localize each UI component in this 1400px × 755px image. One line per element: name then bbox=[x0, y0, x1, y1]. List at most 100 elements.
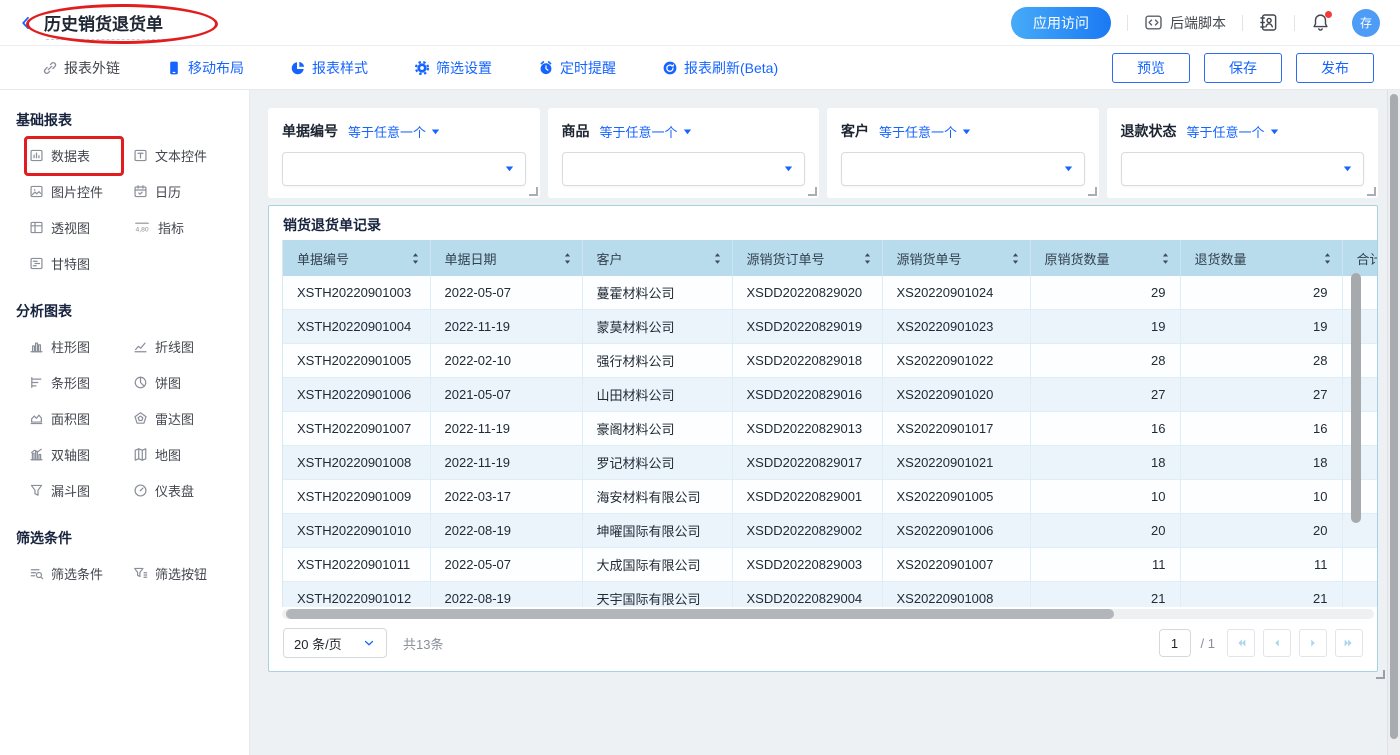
funnel-chart-icon bbox=[29, 483, 44, 498]
column-label: 原销货数量 bbox=[1045, 249, 1110, 268]
ribbon-item-report-refresh[interactable]: 报表刷新(Beta) bbox=[662, 58, 778, 78]
resize-handle[interactable] bbox=[529, 187, 538, 196]
sidebar-item-funnel-chart[interactable]: 漏斗图 bbox=[29, 481, 133, 500]
section-title: 筛选条件 bbox=[16, 528, 233, 548]
filter-widget-4[interactable]: 退款状态等于任意一个 bbox=[1107, 108, 1379, 198]
sidebar-item-filter-button[interactable]: 筛选按钮 bbox=[133, 564, 233, 583]
column-header-6[interactable]: 原销货数量 bbox=[1030, 240, 1180, 276]
table-cell: XSTH20220901010 bbox=[283, 514, 430, 548]
area-chart-icon bbox=[29, 411, 44, 426]
page-scrollbar[interactable] bbox=[1387, 90, 1400, 755]
topbar-left: 历史销货退货单 bbox=[0, 0, 163, 45]
sidebar-item-radar-chart[interactable]: 雷达图 bbox=[133, 409, 233, 428]
backend-script-button[interactable]: 后端脚本 bbox=[1144, 13, 1226, 33]
column-header-1[interactable]: 单据编号 bbox=[283, 240, 430, 276]
scrollbar-thumb[interactable] bbox=[1390, 94, 1398, 739]
sidebar-item-pie-chart[interactable]: 饼图 bbox=[133, 373, 233, 392]
table-cell: XSDD20220829002 bbox=[732, 514, 882, 548]
table-cell: 19 bbox=[1180, 310, 1342, 344]
table-row: XSTH202209010102022-08-19坤曜国际有限公司XSDD202… bbox=[283, 514, 1377, 548]
resize-handle[interactable] bbox=[1376, 670, 1385, 679]
page-size-select[interactable]: 20 条/页 bbox=[283, 628, 387, 658]
sidebar-item-image-widget[interactable]: 图片控件 bbox=[29, 182, 133, 201]
ribbon-item-filter-settings[interactable]: 筛选设置 bbox=[414, 58, 492, 78]
table-cell: 16 bbox=[1180, 412, 1342, 446]
ribbon-item-label: 定时提醒 bbox=[560, 58, 616, 78]
table-cell: 10 bbox=[1030, 480, 1180, 514]
filter-select[interactable] bbox=[841, 152, 1085, 186]
sort-icon[interactable] bbox=[411, 252, 420, 265]
sort-icon[interactable] bbox=[1161, 252, 1170, 265]
table-vertical-scrollbar[interactable] bbox=[1351, 273, 1361, 523]
filter-widget-1[interactable]: 单据编号等于任意一个 bbox=[268, 108, 540, 198]
column-header-3[interactable]: 客户 bbox=[582, 240, 732, 276]
sidebar-item-gantt[interactable]: 甘特图 bbox=[29, 254, 133, 273]
resize-handle[interactable] bbox=[1088, 187, 1097, 196]
column-header-5[interactable]: 源销货单号 bbox=[882, 240, 1030, 276]
avatar[interactable]: 存 bbox=[1352, 9, 1380, 37]
column-label: 源销货订单号 bbox=[747, 249, 825, 268]
resize-handle[interactable] bbox=[808, 187, 817, 196]
ribbon-item-mobile-layout[interactable]: 移动布局 bbox=[166, 58, 244, 78]
sort-icon[interactable] bbox=[713, 252, 722, 265]
next-page-button[interactable] bbox=[1299, 629, 1327, 657]
sidebar-item-map[interactable]: 地图 bbox=[133, 445, 233, 464]
filter-operator[interactable]: 等于任意一个 bbox=[1187, 122, 1280, 141]
filter-select[interactable] bbox=[1121, 152, 1365, 186]
last-page-button[interactable] bbox=[1335, 629, 1363, 657]
notification-dot bbox=[1325, 11, 1332, 18]
prev-page-button[interactable] bbox=[1263, 629, 1291, 657]
column-header-4[interactable]: 源销货订单号 bbox=[732, 240, 882, 276]
sidebar-item-bar-chart[interactable]: 条形图 bbox=[29, 373, 133, 392]
sidebar-item-gauge[interactable]: 仪表盘 bbox=[133, 481, 233, 500]
filter-operator[interactable]: 等于任意一个 bbox=[600, 122, 693, 141]
column-header-8[interactable]: 合计金额 bbox=[1342, 240, 1377, 276]
sidebar-item-pivot[interactable]: 透视图 bbox=[29, 218, 133, 237]
divider bbox=[1127, 15, 1128, 31]
scrollbar-thumb[interactable] bbox=[286, 609, 1114, 619]
address-book-icon bbox=[1259, 13, 1278, 32]
sidebar-item-metric[interactable]: 4,80指标 bbox=[133, 218, 233, 237]
sidebar-item-data-table[interactable]: 数据表 bbox=[29, 146, 133, 165]
notification-bell[interactable] bbox=[1311, 13, 1330, 32]
table-horizontal-scrollbar[interactable] bbox=[282, 609, 1374, 619]
sort-icon[interactable] bbox=[1011, 252, 1020, 265]
sort-icon[interactable] bbox=[863, 252, 872, 265]
sort-icon[interactable] bbox=[1323, 252, 1332, 265]
column-label: 单据日期 bbox=[445, 249, 497, 268]
app-access-button[interactable]: 应用访问 bbox=[1011, 7, 1111, 39]
filter-operator[interactable]: 等于任意一个 bbox=[348, 122, 441, 141]
column-header-2[interactable]: 单据日期 bbox=[430, 240, 582, 276]
first-page-button[interactable] bbox=[1227, 629, 1255, 657]
ribbon-item-report-style[interactable]: 报表样式 bbox=[290, 58, 368, 78]
sidebar-item-text-widget[interactable]: 文本控件 bbox=[133, 146, 233, 165]
sort-icon[interactable] bbox=[563, 252, 572, 265]
ribbon-item-report-link[interactable]: 报表外链 bbox=[42, 58, 120, 78]
sidebar-item-area-chart[interactable]: 面积图 bbox=[29, 409, 133, 428]
publish-button[interactable]: 发布 bbox=[1296, 53, 1374, 83]
column-header-7[interactable]: 退货数量 bbox=[1180, 240, 1342, 276]
table-cell: 20 bbox=[1030, 514, 1180, 548]
page-input[interactable]: 1 bbox=[1159, 629, 1191, 657]
filter-select[interactable] bbox=[562, 152, 806, 186]
preview-button[interactable]: 预览 bbox=[1112, 53, 1190, 83]
sidebar-item-filter-condition[interactable]: 筛选条件 bbox=[29, 564, 133, 583]
ribbon-item-scheduled-reminder[interactable]: 定时提醒 bbox=[538, 58, 616, 78]
sidebar-item-dual-axis-chart[interactable]: 双轴图 bbox=[29, 445, 133, 464]
dropdown-arrow-icon bbox=[430, 126, 441, 137]
sidebar-item-calendar[interactable]: 日历 bbox=[133, 182, 233, 201]
filter-widget-3[interactable]: 客户等于任意一个 bbox=[827, 108, 1099, 198]
back-button[interactable] bbox=[18, 15, 34, 31]
filter-select[interactable] bbox=[282, 152, 526, 186]
resize-handle[interactable] bbox=[1367, 187, 1376, 196]
address-book-button[interactable] bbox=[1259, 13, 1278, 32]
table-widget[interactable]: 销货退货单记录 单据编号单据日期客户源销货订单号源销货单号原销货数量退货数量合计… bbox=[268, 205, 1378, 672]
table-cell: 2021-05-07 bbox=[430, 378, 582, 412]
save-button[interactable]: 保存 bbox=[1204, 53, 1282, 83]
filter-operator[interactable]: 等于任意一个 bbox=[879, 122, 972, 141]
column-label: 客户 bbox=[597, 249, 623, 268]
page-title[interactable]: 历史销货退货单 bbox=[44, 10, 163, 35]
filter-widget-2[interactable]: 商品等于任意一个 bbox=[548, 108, 820, 198]
sidebar-item-line-chart[interactable]: 折线图 bbox=[133, 337, 233, 356]
sidebar-item-column-chart[interactable]: 柱形图 bbox=[29, 337, 133, 356]
